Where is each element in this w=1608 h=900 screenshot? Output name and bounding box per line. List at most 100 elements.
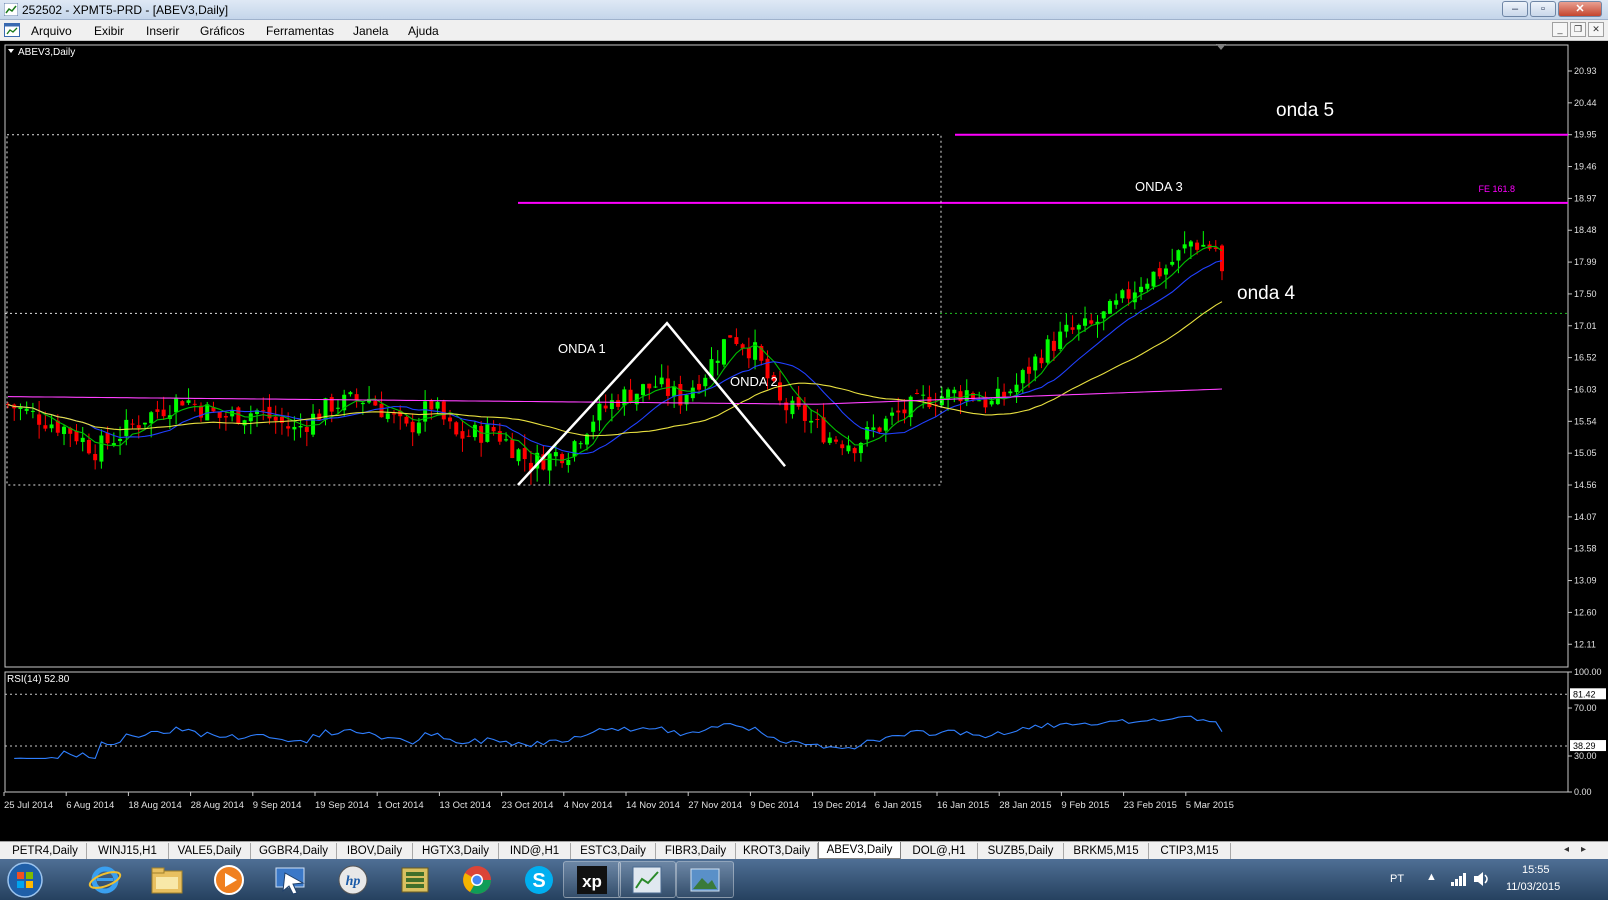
network-signal-icon[interactable] (1450, 871, 1468, 887)
minimize-button[interactable]: ‒ (1502, 1, 1528, 17)
taskbar-app[interactable] (386, 861, 444, 898)
candle-body (391, 413, 396, 415)
mdi-restore-button[interactable]: ❐ (1570, 22, 1586, 37)
price-tick-label: 17.99 (1574, 257, 1597, 267)
candle-body (491, 427, 496, 432)
symbol-dropdown-icon (8, 49, 14, 53)
candle-body (497, 431, 502, 442)
candle-body (1033, 356, 1038, 371)
show-hidden-icons-arrow[interactable]: ▲ (1426, 871, 1437, 883)
menu-graficos[interactable]: Gráficos (200, 24, 245, 38)
tab-scroll-arrows[interactable]: ◂▸ (1564, 844, 1598, 855)
language-indicator[interactable]: PT (1390, 873, 1404, 885)
file-explorer-icon (151, 867, 183, 893)
candle-body (734, 337, 739, 345)
chart-tab-ind-h1[interactable]: IND@,H1 (499, 843, 571, 859)
chart-tab-brkm5-m15[interactable]: BRKM5,M15 (1064, 843, 1149, 859)
mdi-close-button[interactable]: ✕ (1588, 22, 1604, 37)
candle-body (1157, 268, 1162, 277)
candle-body (628, 389, 633, 403)
taskbar-internet-explorer[interactable] (76, 861, 134, 898)
clock-time[interactable]: 15:55 (1522, 864, 1550, 876)
candle-body (1101, 311, 1106, 319)
taskbar-xp-investimentos[interactable]: xp (563, 861, 621, 898)
close-button[interactable]: ✕ (1558, 1, 1602, 17)
candle-body (659, 377, 664, 385)
taskbar-metatrader[interactable] (618, 861, 676, 898)
date-tick-label: 28 Jan 2015 (999, 800, 1051, 811)
window-title-bar[interactable]: 252502 - XPMT5-PRD - [ABEV3,Daily] ‒ ▫ ✕ (0, 0, 1608, 20)
start-button[interactable] (2, 861, 48, 898)
menu-ajuda[interactable]: Ajuda (408, 24, 439, 38)
chart-tab-vale5-daily[interactable]: VALE5,Daily (169, 843, 251, 859)
date-tick-label: 14 Nov 2014 (626, 800, 680, 811)
candle-body (180, 401, 185, 406)
candle-body (1076, 325, 1081, 330)
candle-body (647, 383, 652, 389)
chart-tab-estc3-daily[interactable]: ESTC3,Daily (571, 843, 656, 859)
candle-body (591, 421, 596, 432)
chart-tab-winj15-h1[interactable]: WINJ15,H1 (87, 843, 169, 859)
candle-body (1051, 340, 1056, 351)
chrome-icon (463, 865, 491, 894)
rsi-upper-badge-label: 81.42 (1573, 689, 1596, 699)
candle-body (429, 400, 434, 410)
chart-tab-hgtx3-daily[interactable]: HGTX3,Daily (413, 843, 499, 859)
taskbar-image-viewer[interactable] (676, 861, 734, 898)
chart-window-icon[interactable] (4, 23, 20, 37)
candle-body (161, 409, 166, 417)
chart-tab-krot3-daily[interactable]: KROT3,Daily (736, 843, 818, 859)
candle-body (1145, 283, 1150, 289)
taskbar-hp[interactable]: hp (324, 861, 382, 898)
candle-body (989, 400, 994, 405)
clock-date[interactable]: 11/03/2015 (1506, 881, 1560, 893)
rsi-tick-label: 100.00 (1574, 667, 1602, 677)
windows-taskbar: hp S xp PT ▲ 15:55 11/03/2015 (0, 859, 1608, 900)
app-icon (401, 867, 429, 892)
chart-tab-fibr3-daily[interactable]: FIBR3,Daily (656, 843, 736, 859)
chart-tab-ggbr4-daily[interactable]: GGBR4,Daily (251, 843, 337, 859)
maximize-button[interactable]: ▫ (1530, 1, 1556, 17)
date-tick-label: 25 Jul 2014 (4, 800, 53, 811)
chart-tab-dol-h1[interactable]: DOL@,H1 (901, 843, 978, 859)
candle-body (572, 441, 577, 457)
candle-body (560, 454, 565, 464)
candle-body (192, 403, 197, 405)
menu-exibir[interactable]: Exibir (94, 24, 124, 38)
annotation-onda-5: onda 5 (1276, 100, 1334, 121)
chart-tab-ibov-daily[interactable]: IBOV,Daily (337, 843, 413, 859)
candle-body (616, 400, 621, 407)
menu-inserir[interactable]: Inserir (146, 24, 179, 38)
menu-janela[interactable]: Janela (353, 24, 388, 38)
svg-text:S: S (532, 870, 545, 892)
price-chart[interactable]: 20.93 20.44 19.95 19.46 18.97 18.48 17.99 17.50… (0, 41, 1608, 841)
chart-window[interactable]: 20.93 20.44 19.95 19.46 18.97 18.48 17.99 17.50… (0, 41, 1608, 841)
internet-explorer-icon (88, 866, 122, 893)
image-viewer-icon (690, 868, 720, 891)
volume-icon[interactable] (1473, 871, 1491, 887)
taskbar-file-explorer[interactable] (138, 861, 196, 898)
chart-tab-petr4-daily[interactable]: PETR4,Daily (4, 843, 87, 859)
candle-body (1020, 370, 1025, 384)
taskbar-remote-desktop[interactable] (262, 861, 320, 898)
chart-tab-suzb5-daily[interactable]: SUZB5,Daily (978, 843, 1064, 859)
candle-body (379, 403, 384, 418)
date-tick-label: 28 Aug 2014 (191, 800, 244, 811)
price-tick-label: 13.09 (1574, 576, 1597, 586)
svg-text:xp: xp (582, 872, 602, 891)
mdi-minimize-button[interactable]: _ (1552, 22, 1568, 37)
taskbar-chrome[interactable] (448, 861, 506, 898)
taskbar-media-player[interactable] (200, 861, 258, 898)
ma-fast-line (7, 245, 1223, 461)
chart-tab-abev3-daily[interactable]: ABEV3,Daily (818, 842, 901, 859)
price-tick-label: 19.46 (1574, 162, 1597, 172)
candle-body (472, 424, 477, 438)
menu-arquivo[interactable]: Arquivo (31, 24, 72, 38)
candle-body (404, 416, 409, 424)
chart-tab-ctip3-m15[interactable]: CTIP3,M15 (1149, 843, 1231, 859)
taskbar-skype[interactable]: S (510, 861, 568, 898)
candle-body (105, 432, 110, 444)
candle-body (217, 412, 222, 418)
menu-ferramentas[interactable]: Ferramentas (266, 24, 334, 38)
candle-body (99, 435, 104, 462)
